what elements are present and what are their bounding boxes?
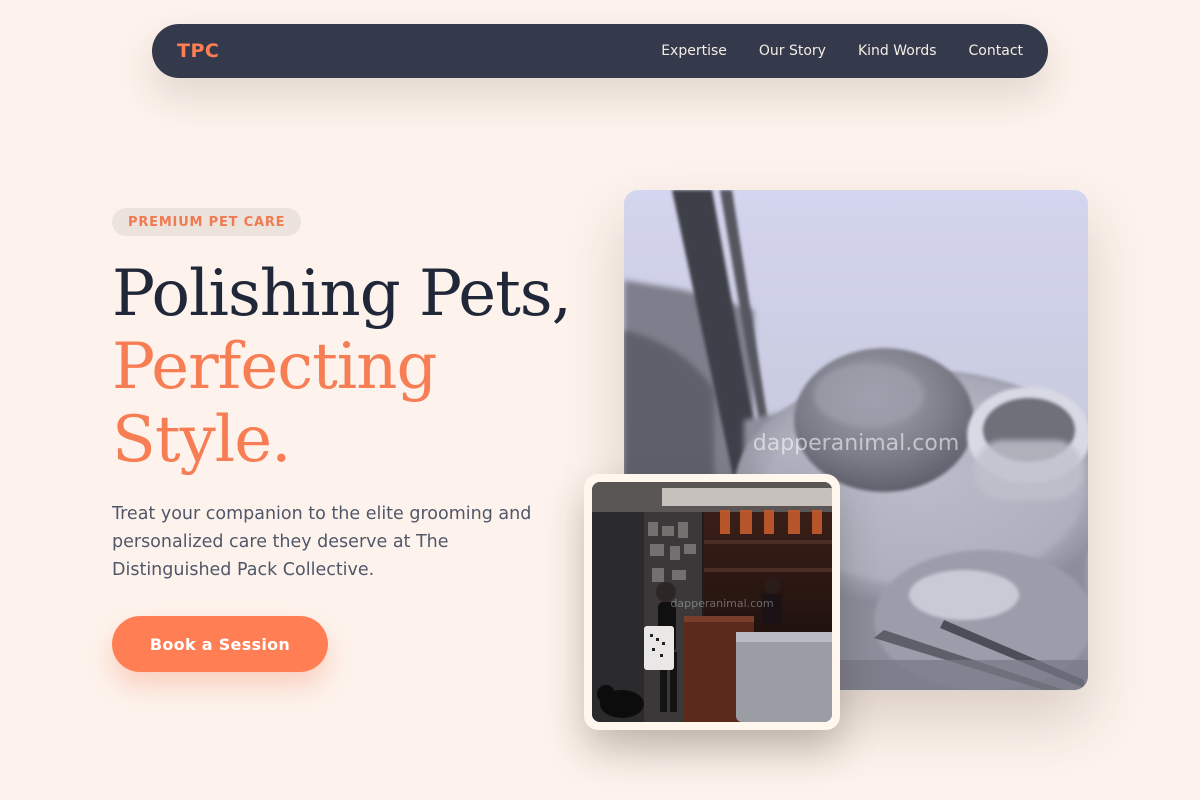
hero-inset-image: dapperanimal.com [584, 474, 840, 730]
top-nav: TPC Expertise Our Story Kind Words Conta… [152, 24, 1048, 78]
hero-subtitle: Treat your companion to the elite groomi… [112, 504, 532, 580]
headline-line-3: Style. [112, 403, 291, 477]
hero-badge: PREMIUM PET CARE [112, 208, 302, 236]
headline-line-1: Polishing Pets, [112, 257, 572, 331]
nav-link-kind-words[interactable]: Kind Words [858, 43, 937, 59]
nav-link-contact[interactable]: Contact [969, 43, 1023, 59]
inset-image-frame: dapperanimal.com [592, 482, 832, 722]
headline-line-2: Perfecting [112, 330, 437, 404]
inset-image-watermark: dapperanimal.com [670, 597, 773, 610]
logo[interactable]: TPC [177, 40, 219, 62]
book-session-button[interactable]: Book a Session [112, 616, 328, 672]
hero-headline: Polishing Pets, Perfecting Style. [112, 257, 572, 477]
storefront-photo: dapperanimal.com [592, 482, 832, 722]
nav-links: Expertise Our Story Kind Words Contact [661, 43, 1023, 59]
nav-link-expertise[interactable]: Expertise [661, 43, 727, 59]
main-image-watermark: dapperanimal.com [753, 431, 960, 456]
nav-link-our-story[interactable]: Our Story [759, 43, 826, 59]
